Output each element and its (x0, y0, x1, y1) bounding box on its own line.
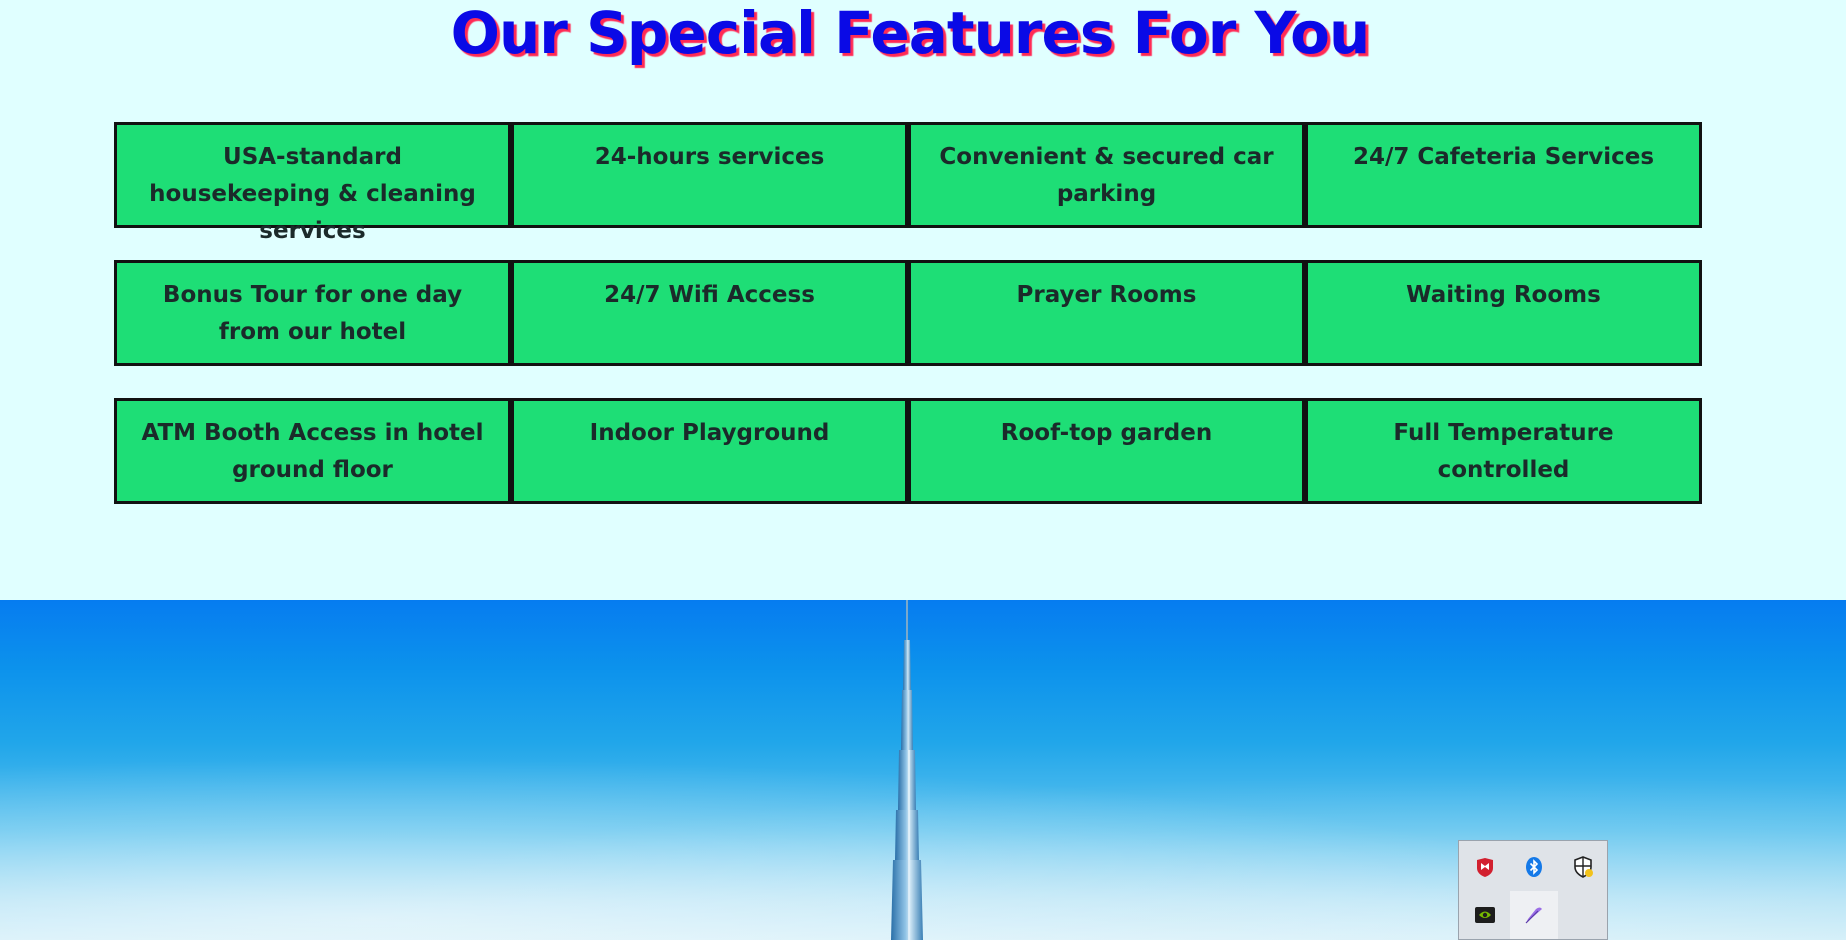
burj-khalifa-tower (891, 600, 923, 940)
page-title: Our Special Features For You (450, 0, 1371, 67)
pen-feather-icon[interactable] (1510, 891, 1558, 939)
feature-cell: Convenient & secured car parking (908, 122, 1305, 228)
feature-row: USA-standard housekeeping & cleaning ser… (114, 122, 1702, 244)
feature-cell: 24/7 Wifi Access (511, 260, 908, 366)
feature-cell: ATM Booth Access in hotel ground floor (114, 398, 511, 504)
feature-cell: Bonus Tour for one day from our hotel (114, 260, 511, 366)
feature-cell: Roof-top garden (908, 398, 1305, 504)
features-section: Our Special Features For You USA-standar… (0, 0, 1846, 600)
feature-cell: Full Temperature controlled (1305, 398, 1702, 504)
nvidia-icon[interactable] (1461, 891, 1509, 939)
windows-security-icon[interactable] (1559, 843, 1607, 891)
feature-cell: 24-hours services (511, 122, 908, 228)
system-tray-overflow (1458, 840, 1608, 940)
feature-row: ATM Booth Access in hotel ground floor I… (114, 398, 1702, 504)
mcafee-shield-icon[interactable] (1461, 843, 1509, 891)
bluetooth-icon[interactable] (1510, 843, 1558, 891)
feature-cell: 24/7 Cafeteria Services (1305, 122, 1702, 228)
feature-cell: Waiting Rooms (1305, 260, 1702, 366)
feature-row: Bonus Tour for one day from our hotel 24… (114, 260, 1702, 366)
feature-cell: USA-standard housekeeping & cleaning ser… (114, 122, 511, 244)
feature-cell: Indoor Playground (511, 398, 908, 504)
feature-cell: Prayer Rooms (908, 260, 1305, 366)
